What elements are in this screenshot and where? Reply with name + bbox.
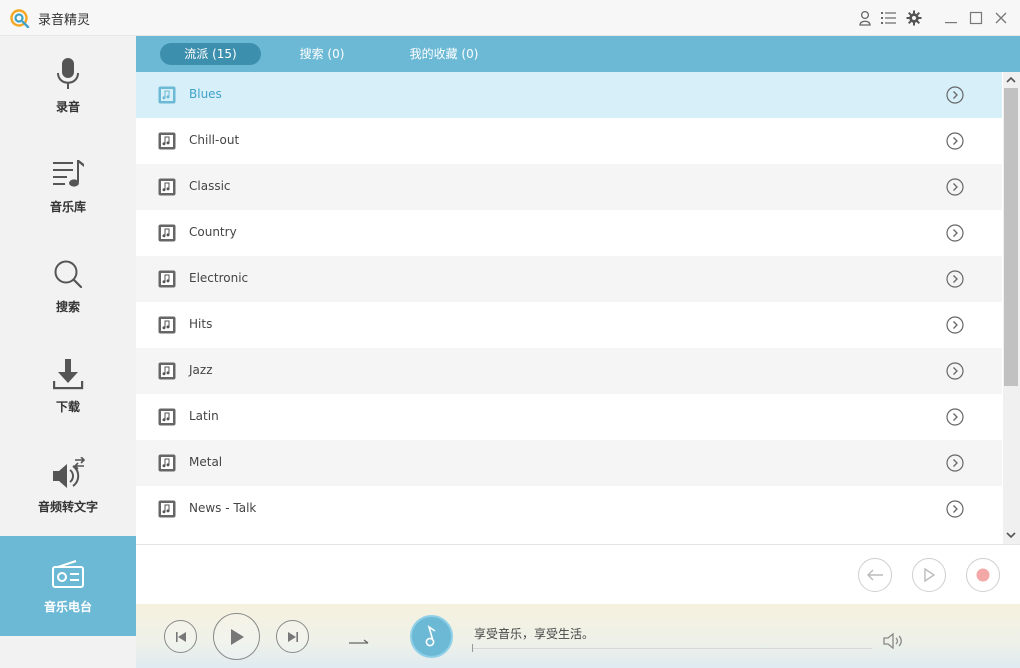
genre-row[interactable]: Hits bbox=[136, 302, 1002, 348]
search-icon bbox=[48, 254, 88, 294]
genre-label: Latin bbox=[189, 409, 219, 423]
sidebar: 录音 音乐库 搜索 下载 音频转文字 音乐电台 bbox=[0, 36, 136, 668]
now-playing-text: 享受音乐，享受生活。 bbox=[474, 627, 595, 641]
app-title: 录音精灵 bbox=[38, 13, 91, 28]
music-file-icon bbox=[158, 86, 176, 104]
title-bar: 录音精灵 bbox=[0, 0, 1020, 36]
tab-genres[interactable]: 流派 (15) bbox=[160, 43, 261, 65]
genre-label: News - Talk bbox=[189, 501, 257, 515]
genre-row[interactable]: News - Talk bbox=[136, 486, 1002, 532]
download-icon bbox=[48, 354, 88, 394]
music-file-icon bbox=[158, 224, 176, 242]
music-file-icon bbox=[158, 362, 176, 380]
genre-label: Classic bbox=[189, 179, 231, 193]
music-file-icon bbox=[158, 408, 176, 426]
sidebar-item-label: 搜索 bbox=[55, 300, 80, 314]
play-icon[interactable] bbox=[213, 613, 260, 660]
chevron-right-icon[interactable] bbox=[946, 132, 964, 150]
minimize-icon[interactable] bbox=[942, 9, 960, 27]
chevron-right-icon[interactable] bbox=[946, 408, 964, 426]
progress-knob[interactable] bbox=[472, 644, 473, 652]
gear-icon[interactable] bbox=[905, 9, 923, 27]
previous-icon[interactable] bbox=[164, 620, 197, 653]
tab-favorites[interactable]: 我的收藏 (0) bbox=[394, 43, 494, 65]
sidebar-item-search[interactable]: 搜索 bbox=[0, 236, 136, 336]
action-bar bbox=[136, 544, 1020, 604]
genre-label: Chill-out bbox=[189, 133, 240, 147]
chevron-right-icon[interactable] bbox=[946, 86, 964, 104]
genre-row[interactable]: Metal bbox=[136, 440, 1002, 486]
music-file-icon bbox=[158, 270, 176, 288]
sidebar-item-label: 音乐库 bbox=[49, 200, 86, 214]
music-file-icon bbox=[158, 500, 176, 518]
genre-label: Jazz bbox=[189, 363, 213, 377]
chevron-right-icon[interactable] bbox=[946, 362, 964, 380]
genre-row[interactable]: Country bbox=[136, 210, 1002, 256]
music-file-icon bbox=[158, 132, 176, 150]
app-logo-icon bbox=[10, 9, 30, 28]
close-icon[interactable] bbox=[992, 9, 1010, 27]
genre-row[interactable]: Latin bbox=[136, 394, 1002, 440]
chevron-right-icon[interactable] bbox=[946, 500, 964, 518]
user-icon[interactable] bbox=[856, 9, 874, 27]
sidebar-item-label: 下载 bbox=[55, 400, 80, 414]
scroll-thumb[interactable] bbox=[1004, 88, 1018, 386]
chevron-right-icon[interactable] bbox=[946, 270, 964, 288]
music-file-icon bbox=[158, 178, 176, 196]
chevron-right-icon[interactable] bbox=[946, 316, 964, 334]
genre-label: Country bbox=[189, 225, 237, 239]
genre-row[interactable]: Electronic bbox=[136, 256, 1002, 302]
maximize-icon[interactable] bbox=[967, 9, 985, 27]
sidebar-item-radio[interactable]: 音乐电台 bbox=[0, 536, 136, 636]
music-library-icon bbox=[48, 154, 88, 194]
sidebar-item-label: 音乐电台 bbox=[43, 600, 92, 614]
music-file-icon bbox=[158, 316, 176, 334]
chevron-right-icon[interactable] bbox=[946, 224, 964, 242]
chevron-right-icon[interactable] bbox=[946, 454, 964, 472]
play-outline-icon[interactable] bbox=[912, 558, 946, 592]
scroll-down-icon[interactable] bbox=[1004, 528, 1018, 542]
sidebar-item-label: 录音 bbox=[55, 100, 80, 114]
music-note-icon bbox=[410, 615, 453, 658]
genre-row[interactable]: Blues bbox=[136, 72, 1002, 118]
genre-label: Blues bbox=[189, 87, 222, 101]
genre-row[interactable]: Classic bbox=[136, 164, 1002, 210]
menu-list-icon[interactable] bbox=[880, 9, 898, 27]
next-icon[interactable] bbox=[276, 620, 309, 653]
genre-label: Electronic bbox=[189, 271, 249, 285]
back-arrow-icon[interactable] bbox=[858, 558, 892, 592]
tab-search[interactable]: 搜索 (0) bbox=[286, 43, 358, 65]
audio-to-text-icon bbox=[48, 454, 88, 494]
genre-list: Blues Chill-out Classic Country Electronic Hi… bbox=[136, 72, 1002, 542]
genre-row[interactable]: Jazz bbox=[136, 348, 1002, 394]
sidebar-item-music-library[interactable]: 音乐库 bbox=[0, 136, 136, 236]
genre-label: Metal bbox=[189, 455, 223, 469]
radio-icon bbox=[48, 554, 88, 594]
tab-bar: 流派 (15) 搜索 (0) 我的收藏 (0) bbox=[136, 36, 1020, 72]
volume-icon[interactable] bbox=[882, 632, 904, 650]
player-bar: 享受音乐，享受生活。 bbox=[136, 604, 1020, 668]
sidebar-item-download[interactable]: 下载 bbox=[0, 336, 136, 436]
genre-row[interactable]: Chill-out bbox=[136, 118, 1002, 164]
genre-label: Hits bbox=[189, 317, 213, 331]
scroll-up-icon[interactable] bbox=[1004, 73, 1018, 87]
sidebar-item-audio-to-text[interactable]: 音频转文字 bbox=[0, 436, 136, 536]
record-icon[interactable] bbox=[966, 558, 1000, 592]
sidebar-item-record[interactable]: 录音 bbox=[0, 36, 136, 136]
chevron-right-icon[interactable] bbox=[946, 178, 964, 196]
progress-bar[interactable] bbox=[472, 648, 872, 649]
repeat-icon[interactable] bbox=[348, 632, 370, 644]
microphone-icon bbox=[48, 54, 88, 94]
sidebar-item-label: 音频转文字 bbox=[37, 500, 98, 514]
music-file-icon bbox=[158, 454, 176, 472]
